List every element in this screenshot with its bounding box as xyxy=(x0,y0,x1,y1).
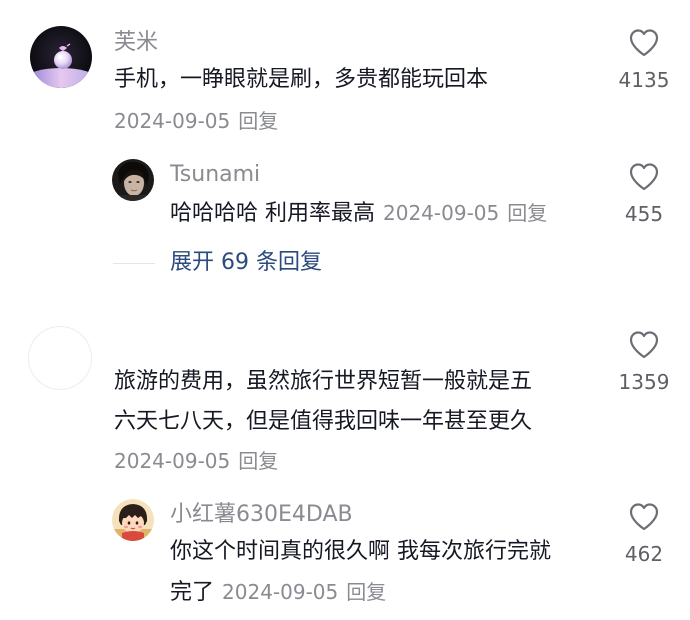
comment-meta: 2024-09-05 回复 xyxy=(114,451,278,471)
like-button[interactable] xyxy=(628,28,660,62)
like-button[interactable] xyxy=(628,502,660,536)
reply-text[interactable]: 完了 xyxy=(170,580,214,605)
avatar[interactable] xyxy=(112,159,154,201)
reply-date: 2024-09-05 xyxy=(383,201,500,225)
reply-text[interactable]: 哈哈哈哈 利用率最高 xyxy=(170,201,375,226)
reply-date: 2024-09-05 xyxy=(222,580,339,604)
expand-replies-button[interactable]: 展开 69 条回复 xyxy=(170,252,322,274)
comment-date: 2024-09-05 xyxy=(114,449,231,473)
avatar[interactable] xyxy=(28,326,92,390)
heart-outline-icon xyxy=(629,29,659,57)
like-count: 462 xyxy=(624,542,664,566)
reply-username[interactable]: 小红薯630E4DAB xyxy=(170,504,353,526)
heart-outline-icon xyxy=(629,503,659,531)
avatar[interactable] xyxy=(112,499,154,541)
comment-item: 旅游的费用，虽然旅行世界短暂一般就是五 六天七八天，但是值得我回味一年甚至更久 … xyxy=(0,300,690,620)
reply-button[interactable]: 回复 xyxy=(238,449,278,473)
like-count: 455 xyxy=(624,202,664,226)
crystal-ball-avatar-image xyxy=(30,26,92,88)
heart-outline-icon xyxy=(629,163,659,191)
reply-button[interactable]: 回复 xyxy=(346,580,386,604)
comment-text[interactable]: 旅游的费用，虽然旅行世界短暂一般就是五 xyxy=(114,363,532,401)
reply-text-row: 哈哈哈哈 利用率最高 2024-09-05 回复 xyxy=(170,194,547,233)
reply-username[interactable]: Tsunami xyxy=(170,164,260,186)
comment-date: 2024-09-05 xyxy=(114,109,231,133)
like-count: 1359 xyxy=(618,370,670,394)
comment-text[interactable]: 手机，一睁眼就是刷，多贵都能玩回本 xyxy=(114,61,488,99)
like-button[interactable] xyxy=(628,162,660,196)
cartoon-girl-avatar-image xyxy=(112,499,154,541)
portrait-avatar-image xyxy=(112,159,154,201)
avatar[interactable] xyxy=(30,26,92,88)
divider xyxy=(113,263,155,264)
reply-text[interactable]: 你这个时间真的很久啊 我每次旅行完就 xyxy=(170,533,551,571)
like-button[interactable] xyxy=(628,330,660,364)
heart-outline-icon xyxy=(629,331,659,359)
comment-username[interactable]: 芙米 xyxy=(114,32,158,54)
comment-item: 芙米 手机，一睁眼就是刷，多贵都能玩回本 2024-09-05 回复 4135 T… xyxy=(0,0,690,300)
like-count: 4135 xyxy=(618,68,670,92)
comment-text[interactable]: 六天七八天，但是值得我回味一年甚至更久 xyxy=(114,403,532,441)
reply-text-row: 完了 2024-09-05 回复 xyxy=(170,573,386,612)
reply-button[interactable]: 回复 xyxy=(238,109,278,133)
comment-meta: 2024-09-05 回复 xyxy=(114,111,278,131)
reply-button[interactable]: 回复 xyxy=(507,201,547,225)
